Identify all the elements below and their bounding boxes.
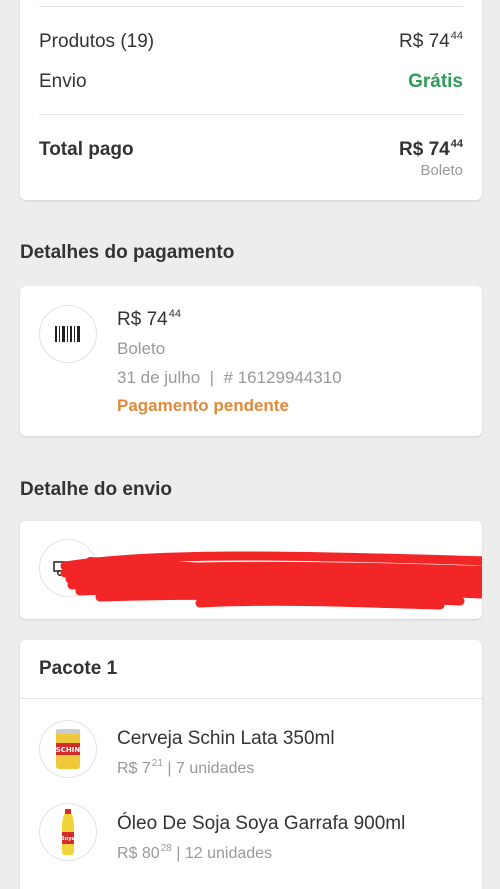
payment-amount: R$ 7444 bbox=[117, 308, 181, 330]
item-price-qty: R$ 721 | 7 unidades bbox=[117, 758, 255, 777]
item-name[interactable]: Cerveja Schin Lata 350ml bbox=[117, 728, 335, 750]
divider bbox=[39, 6, 463, 7]
products-price: R$ 7444 bbox=[399, 30, 463, 52]
shipping-details-card[interactable] bbox=[20, 521, 482, 619]
redaction-scribble bbox=[60, 551, 482, 610]
total-row: Total pago R$ 7444 bbox=[39, 138, 463, 161]
barcode-icon bbox=[39, 305, 97, 363]
products-label: Produtos (19) bbox=[39, 31, 155, 52]
shipping-row: Envio Grátis bbox=[39, 71, 463, 93]
item-image-soya[interactable]: Soya bbox=[39, 803, 97, 861]
shipping-section-title: Detalhe do envio bbox=[20, 479, 173, 500]
package-title: Pacote 1 bbox=[39, 658, 118, 679]
payment-status: Pagamento pendente bbox=[117, 396, 289, 415]
item-name[interactable]: Óleo De Soja Soya Garrafa 900ml bbox=[117, 813, 405, 835]
divider bbox=[39, 114, 463, 115]
shipping-value: Grátis bbox=[408, 71, 463, 92]
package-card: Pacote 1 SCHIN Cerveja Schin Lata 350ml … bbox=[20, 640, 482, 889]
total-label: Total pago bbox=[39, 139, 134, 160]
payment-method: Boleto bbox=[117, 339, 166, 358]
payment-section-title: Detalhes do pagamento bbox=[20, 242, 235, 263]
svg-text:Soya: Soya bbox=[61, 836, 75, 842]
divider bbox=[20, 698, 482, 699]
svg-text:SCHIN: SCHIN bbox=[56, 746, 81, 754]
products-row: Produtos (19) R$ 7444 bbox=[39, 30, 463, 53]
item-price-qty: R$ 8028 | 12 unidades bbox=[117, 843, 273, 862]
total-price: R$ 7444 bbox=[399, 138, 463, 160]
item-image-schin[interactable]: SCHIN bbox=[39, 720, 97, 778]
total-payment-method: Boleto bbox=[420, 162, 463, 179]
payment-details-card[interactable]: R$ 7444 Boleto 31 de julho | # 161299443… bbox=[20, 286, 482, 436]
shipping-label: Envio bbox=[39, 71, 87, 92]
order-summary-card: Produtos (19) R$ 7444 Envio Grátis Total… bbox=[20, 0, 482, 200]
payment-date-and-id: 31 de julho | # 16129944310 bbox=[117, 368, 342, 387]
